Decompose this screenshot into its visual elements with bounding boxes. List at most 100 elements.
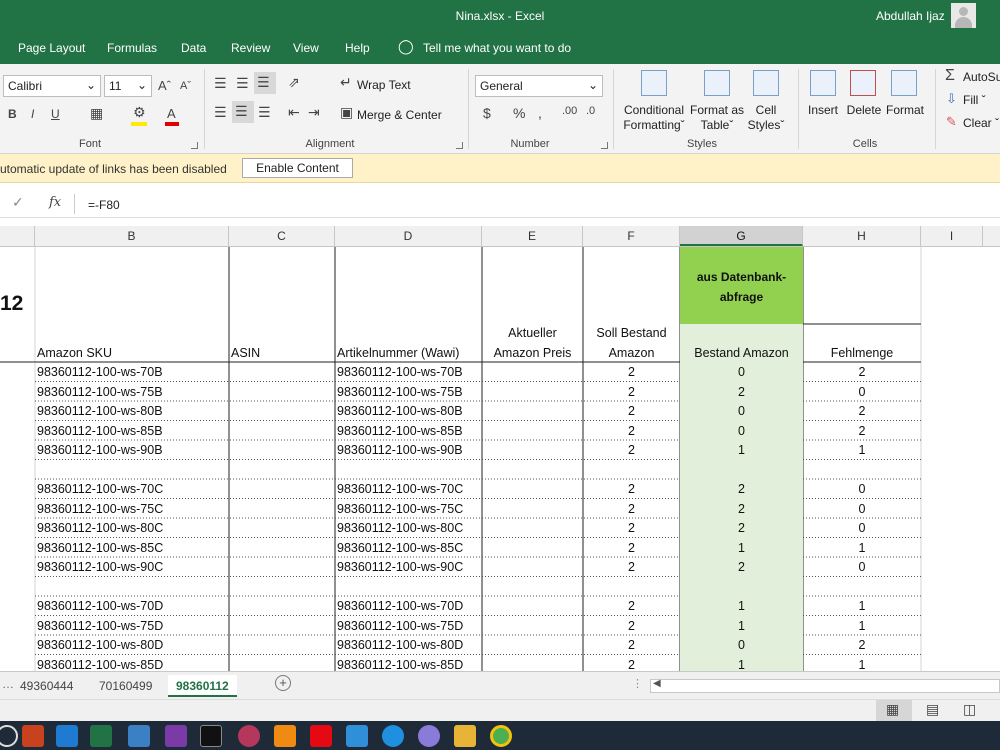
cell-fehlmenge[interactable]: 1: [803, 441, 921, 460]
scroll-left-icon[interactable]: ◀: [653, 678, 661, 689]
align-bottom-icon[interactable]: ☰: [254, 72, 276, 94]
orientation-icon[interactable]: ⇗: [288, 74, 300, 91]
cell-artikelnummer[interactable]: 98360112-100-ws-70B: [337, 363, 481, 382]
cell-soll-bestand[interactable]: 2: [583, 500, 680, 519]
vlc-icon[interactable]: [274, 725, 296, 747]
cell-artikelnummer[interactable]: 98360112-100-ws-90B: [337, 441, 481, 460]
cell-artikelnummer[interactable]: 98360112-100-ws-80B: [337, 402, 481, 421]
cell-artikelnummer[interactable]: 98360112-100-ws-75D: [337, 617, 481, 636]
cell-bestand-amazon[interactable]: 1: [680, 656, 803, 672]
cell-amazon-sku[interactable]: 98360112-100-ws-75B: [37, 383, 227, 402]
cell-artikelnummer[interactable]: 98360112-100-ws-75B: [337, 383, 481, 402]
cell-artikelnummer[interactable]: 98360112-100-ws-70C: [337, 480, 481, 499]
cell-bestand-amazon[interactable]: 0: [680, 363, 803, 382]
tab-page-layout[interactable]: Page Layout: [18, 41, 85, 55]
borders-icon[interactable]: ▦: [90, 105, 103, 122]
format-button[interactable]: Format: [884, 103, 926, 118]
format-as-table-button[interactable]: Format as Tableˇ: [688, 103, 746, 133]
cell-amazon-sku[interactable]: 98360112-100-ws-85D: [37, 656, 227, 672]
cell-fehlmenge[interactable]: 0: [803, 558, 921, 577]
cell-bestand-amazon[interactable]: 2: [680, 519, 803, 538]
cell-fehlmenge[interactable]: 1: [803, 539, 921, 558]
wrap-text-button[interactable]: Wrap Text: [357, 78, 411, 92]
column-header-d[interactable]: D: [335, 226, 482, 246]
column-header-a[interactable]: [0, 226, 35, 246]
cell-amazon-sku[interactable]: 98360112-100-ws-85C: [37, 539, 227, 558]
decrease-indent-icon[interactable]: ⇤: [288, 104, 300, 121]
font-color-icon[interactable]: A: [167, 106, 176, 121]
cell-styles-button[interactable]: Cell Stylesˇ: [740, 103, 792, 133]
column-header-c[interactable]: C: [229, 226, 335, 246]
cell-soll-bestand[interactable]: 2: [583, 383, 680, 402]
cell-fehlmenge[interactable]: 2: [803, 422, 921, 441]
add-sheet-icon[interactable]: +: [275, 675, 291, 691]
tab-review[interactable]: Review: [231, 41, 270, 55]
onenote-icon[interactable]: [165, 725, 187, 747]
column-header-i[interactable]: I: [921, 226, 983, 246]
normal-view-icon[interactable]: ▦: [886, 701, 899, 718]
browser-icon[interactable]: [418, 725, 440, 747]
cell-amazon-sku[interactable]: 98360112-100-ws-90C: [37, 558, 227, 577]
increase-indent-icon[interactable]: ⇥: [308, 104, 320, 121]
cell-artikelnummer[interactable]: 98360112-100-ws-85B: [337, 422, 481, 441]
edge-icon[interactable]: [382, 725, 404, 747]
cell-bestand-amazon[interactable]: 1: [680, 441, 803, 460]
comma-icon[interactable]: ,: [538, 105, 542, 121]
cell-fehlmenge[interactable]: 2: [803, 636, 921, 655]
cell-artikelnummer[interactable]: 98360112-100-ws-80D: [337, 636, 481, 655]
font-size-select[interactable]: 11 ⌄: [104, 75, 152, 97]
cell-soll-bestand[interactable]: 2: [583, 363, 680, 382]
tell-me-box[interactable]: Tell me what you want to do: [423, 41, 571, 55]
cell-soll-bestand[interactable]: 2: [583, 519, 680, 538]
autosum-button[interactable]: AutoSu: [963, 70, 1000, 84]
cell-amazon-sku[interactable]: 98360112-100-ws-85B: [37, 422, 227, 441]
tab-formulas[interactable]: Formulas: [107, 41, 157, 55]
app-icon[interactable]: [238, 725, 260, 747]
fx-icon[interactable]: fx: [49, 195, 61, 210]
cell-bestand-amazon[interactable]: 2: [680, 383, 803, 402]
font-name-select[interactable]: Calibri ⌄: [3, 75, 101, 97]
cell-artikelnummer[interactable]: 98360112-100-ws-85C: [337, 539, 481, 558]
sheet-tab-49360444[interactable]: 49360444: [12, 675, 81, 697]
delete-button[interactable]: Delete: [843, 103, 885, 118]
cell-fehlmenge[interactable]: 2: [803, 402, 921, 421]
cell-artikelnummer[interactable]: 98360112-100-ws-80C: [337, 519, 481, 538]
dialog-launcher-icon[interactable]: [456, 142, 463, 149]
netflix-icon[interactable]: [310, 725, 332, 747]
currency-icon[interactable]: $: [483, 105, 491, 121]
cell-artikelnummer[interactable]: 98360112-100-ws-70D: [337, 597, 481, 616]
italic-icon[interactable]: I: [31, 107, 34, 121]
cell-fehlmenge[interactable]: 0: [803, 500, 921, 519]
cell-bestand-amazon[interactable]: 1: [680, 617, 803, 636]
column-header-f[interactable]: F: [583, 226, 680, 246]
cell-amazon-sku[interactable]: 98360112-100-ws-70C: [37, 480, 227, 499]
cell-soll-bestand[interactable]: 2: [583, 617, 680, 636]
horizontal-scrollbar[interactable]: ◀: [650, 678, 1000, 693]
insert-button[interactable]: Insert: [803, 103, 843, 118]
cell-bestand-amazon[interactable]: 0: [680, 402, 803, 421]
search-icon[interactable]: [0, 725, 18, 747]
cell-bestand-amazon[interactable]: 2: [680, 558, 803, 577]
user-name[interactable]: Abdullah Ijaz: [876, 9, 945, 23]
cell-fehlmenge[interactable]: 0: [803, 383, 921, 402]
avatar[interactable]: [951, 3, 976, 28]
dialog-launcher-icon[interactable]: [601, 142, 608, 149]
align-left-icon[interactable]: ☰: [214, 104, 227, 121]
page-break-view-icon[interactable]: ◫: [963, 701, 976, 718]
cell-soll-bestand[interactable]: 2: [583, 402, 680, 421]
conditional-formatting-button[interactable]: Conditional Formattingˇ: [616, 103, 692, 133]
cell-bestand-amazon[interactable]: 1: [680, 539, 803, 558]
column-header-h[interactable]: H: [803, 226, 921, 246]
file-explorer-icon[interactable]: [454, 725, 476, 747]
cell-soll-bestand[interactable]: 2: [583, 422, 680, 441]
bold-icon[interactable]: B: [8, 107, 17, 121]
tab-help[interactable]: Help: [345, 41, 370, 55]
outlook-icon[interactable]: [128, 725, 150, 747]
cell-fehlmenge[interactable]: 1: [803, 597, 921, 616]
cell-fehlmenge[interactable]: 1: [803, 656, 921, 672]
cell-soll-bestand[interactable]: 2: [583, 597, 680, 616]
pycharm-icon[interactable]: [200, 725, 222, 747]
tab-view[interactable]: View: [293, 41, 319, 55]
sheet-tab-98360112[interactable]: 98360112: [168, 675, 237, 697]
merge-center-button[interactable]: Merge & Center: [357, 108, 442, 122]
